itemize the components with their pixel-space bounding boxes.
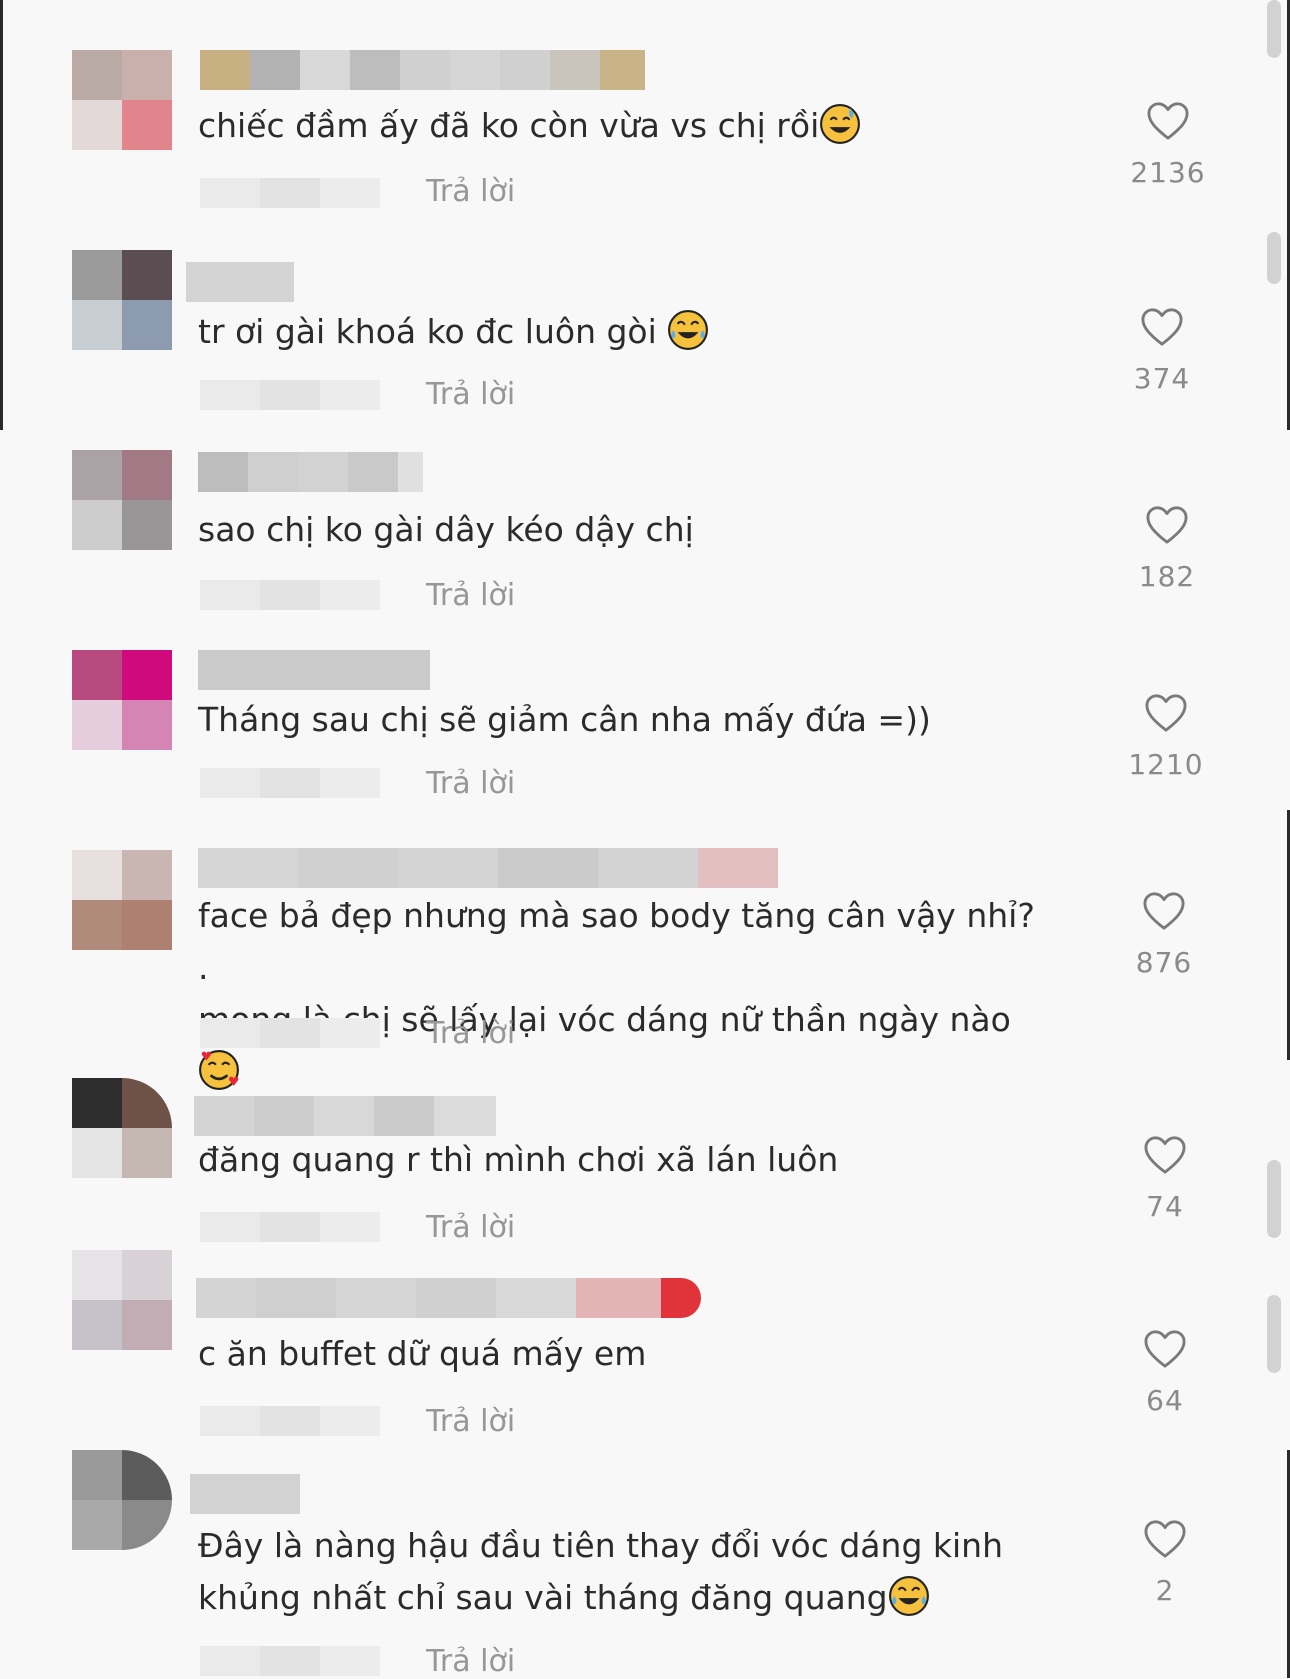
reply-button[interactable]: Trả lời — [426, 1016, 515, 1051]
reply-button[interactable]: Trả lời — [426, 766, 515, 801]
comment-text: Đây là nàng hậu đầu tiên thay đổi vóc dá… — [198, 1526, 1003, 1617]
comment-text: đăng quang r thì mình chơi xã lán luôn — [198, 1140, 839, 1179]
avatar[interactable] — [72, 1250, 172, 1350]
like-group: 876 — [1104, 890, 1224, 979]
like-group: 1210 — [1106, 692, 1226, 781]
like-count: 876 — [1135, 946, 1193, 979]
username-blurred[interactable] — [194, 1096, 496, 1136]
reply-button[interactable]: Trả lời — [426, 1404, 515, 1439]
timestamp-blurred — [200, 1018, 380, 1048]
comment-text: face bả đẹp nhưng mà sao body tăng cân v… — [198, 890, 1048, 1098]
like-count: 1210 — [1128, 748, 1204, 781]
username-blurred[interactable] — [190, 1474, 300, 1514]
reply-button[interactable]: Trả lời — [426, 1210, 515, 1245]
reply-button[interactable]: Trả lời — [426, 377, 515, 412]
comment-text: sao chị ko gài dây kéo dậy chị — [198, 510, 694, 549]
avatar[interactable] — [72, 450, 172, 550]
reply-button[interactable]: Trả lời — [426, 578, 515, 613]
heart-icon[interactable] — [1144, 504, 1190, 546]
heart-icon[interactable] — [1142, 1134, 1188, 1176]
reply-button[interactable]: Trả lời — [426, 1644, 515, 1679]
like-group: 2136 — [1108, 100, 1228, 189]
like-group: 74 — [1105, 1134, 1225, 1223]
timestamp-blurred — [200, 1406, 380, 1436]
like-count: 74 — [1146, 1190, 1184, 1223]
avatar[interactable] — [72, 250, 172, 350]
heart-icon[interactable] — [1139, 306, 1185, 348]
comment-text: c ăn buffet dữ quá mấy em — [198, 1334, 647, 1373]
avatar[interactable] — [72, 1450, 172, 1550]
username-blurred[interactable] — [198, 452, 423, 492]
heart-icon[interactable] — [1142, 1328, 1188, 1370]
tears-of-joy-emoji — [668, 310, 709, 350]
timestamp-blurred — [200, 178, 380, 208]
heart-icon[interactable] — [1142, 1518, 1188, 1560]
like-count: 182 — [1138, 560, 1196, 593]
tears-of-joy-emoji — [888, 1576, 929, 1616]
comment-text: chiếc đầm ấy đã ko còn vừa vs chị rồi — [198, 100, 1048, 152]
scrollbar-thumb[interactable] — [1267, 1160, 1281, 1238]
timestamp-blurred — [200, 1646, 380, 1676]
like-count: 64 — [1146, 1384, 1184, 1417]
like-count: 2 — [1155, 1574, 1175, 1607]
avatar[interactable] — [72, 850, 172, 950]
scrollbar-thumb[interactable] — [1267, 232, 1281, 284]
username-blurred[interactable] — [186, 262, 294, 302]
like-count: 374 — [1133, 362, 1191, 395]
like-group: 2 — [1105, 1518, 1225, 1607]
username-blurred[interactable] — [198, 848, 778, 888]
heart-icon[interactable] — [1143, 692, 1189, 734]
avatar[interactable] — [72, 1078, 172, 1178]
left-frame-line — [0, 0, 3, 430]
timestamp-blurred — [200, 380, 380, 410]
reply-button[interactable]: Trả lời — [426, 174, 515, 209]
like-count: 2136 — [1130, 156, 1206, 189]
like-group: 64 — [1105, 1328, 1225, 1417]
heart-icon[interactable] — [1141, 890, 1187, 932]
heart-icon[interactable] — [1145, 100, 1191, 142]
timestamp-blurred — [200, 1212, 380, 1242]
username-blurred[interactable] — [198, 650, 430, 690]
scrollbar[interactable] — [1264, 0, 1286, 1678]
username-blurred[interactable] — [196, 1278, 701, 1318]
timestamp-blurred — [200, 580, 380, 610]
comment-text: tr ơi gài khoá ko đc luôn gòi — [198, 306, 1048, 358]
sweat-smile-emoji — [820, 104, 861, 144]
timestamp-blurred — [200, 768, 380, 798]
like-group: 182 — [1107, 504, 1227, 593]
scrollbar-thumb[interactable] — [1267, 1295, 1281, 1373]
comment-text: Tháng sau chị sẽ giảm cân nha mấy đứa =)… — [198, 700, 931, 739]
scrollbar-thumb[interactable] — [1267, 0, 1281, 58]
like-group: 374 — [1102, 306, 1222, 395]
username-blurred[interactable] — [200, 50, 645, 90]
smiling-hearts-emoji — [199, 1050, 239, 1090]
avatar[interactable] — [72, 650, 172, 750]
avatar[interactable] — [72, 50, 172, 150]
